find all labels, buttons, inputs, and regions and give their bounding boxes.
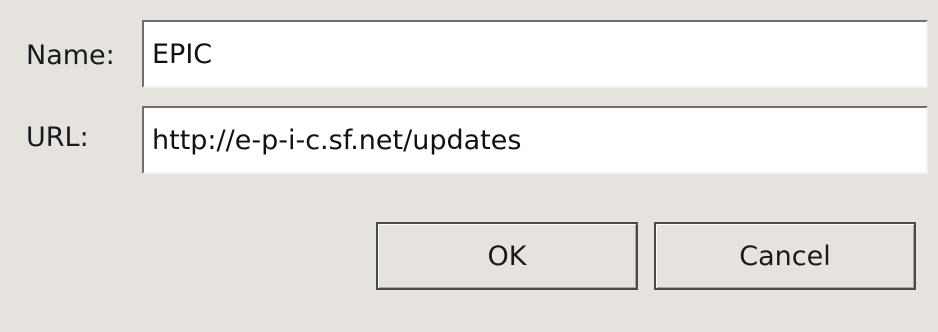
cancel-button[interactable]: Cancel xyxy=(654,222,916,290)
ok-button[interactable]: OK xyxy=(376,222,638,290)
name-input[interactable]: EPIC xyxy=(142,20,928,88)
name-label: Name: xyxy=(26,40,115,71)
url-input[interactable]: http://e-p-i-c.sf.net/updates xyxy=(142,106,928,174)
update-site-dialog: Name: EPIC URL: http://e-p-i-c.sf.net/up… xyxy=(0,0,938,332)
url-label: URL: xyxy=(26,122,89,153)
